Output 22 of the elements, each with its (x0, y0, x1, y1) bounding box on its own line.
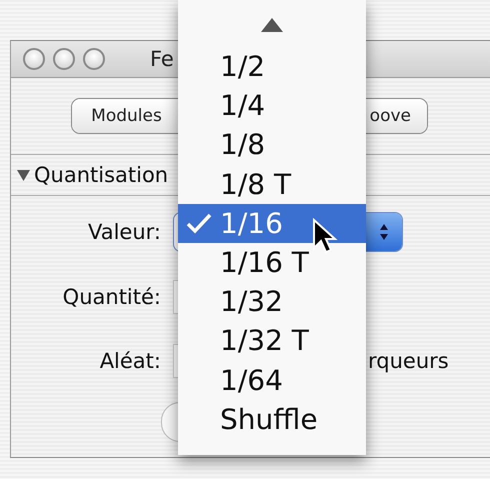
menu-item[interactable]: Shuffle (178, 400, 366, 439)
section-title: Quantisation (34, 163, 168, 187)
menu-item[interactable]: 1/16 (178, 204, 366, 243)
mouse-pointer-icon (312, 218, 338, 254)
window-title: Fe (150, 47, 174, 71)
close-button[interactable] (23, 48, 45, 70)
zoom-button[interactable] (83, 48, 105, 70)
field-label: Quantité: (62, 285, 161, 309)
menu-item[interactable]: 1/32 T (178, 321, 366, 360)
checkmark-icon (186, 212, 212, 234)
field-label: Valeur: (86, 220, 161, 244)
disclosure-triangle-icon[interactable] (17, 169, 30, 181)
menu-item[interactable]: 1/8 T (178, 164, 366, 204)
menu-item[interactable]: 1/64 (178, 360, 366, 400)
minimize-button[interactable] (53, 48, 75, 70)
popup-arrows-icon (379, 223, 389, 241)
checkbox-label: rqueurs (368, 349, 449, 373)
menu-item[interactable]: 1/32 (178, 282, 366, 322)
menu-item[interactable]: 1/2 (178, 47, 366, 86)
menu-item[interactable]: 1/16 T (178, 242, 366, 282)
field-label: Aléat: (98, 349, 161, 373)
scroll-up-arrow-icon[interactable] (261, 18, 283, 32)
